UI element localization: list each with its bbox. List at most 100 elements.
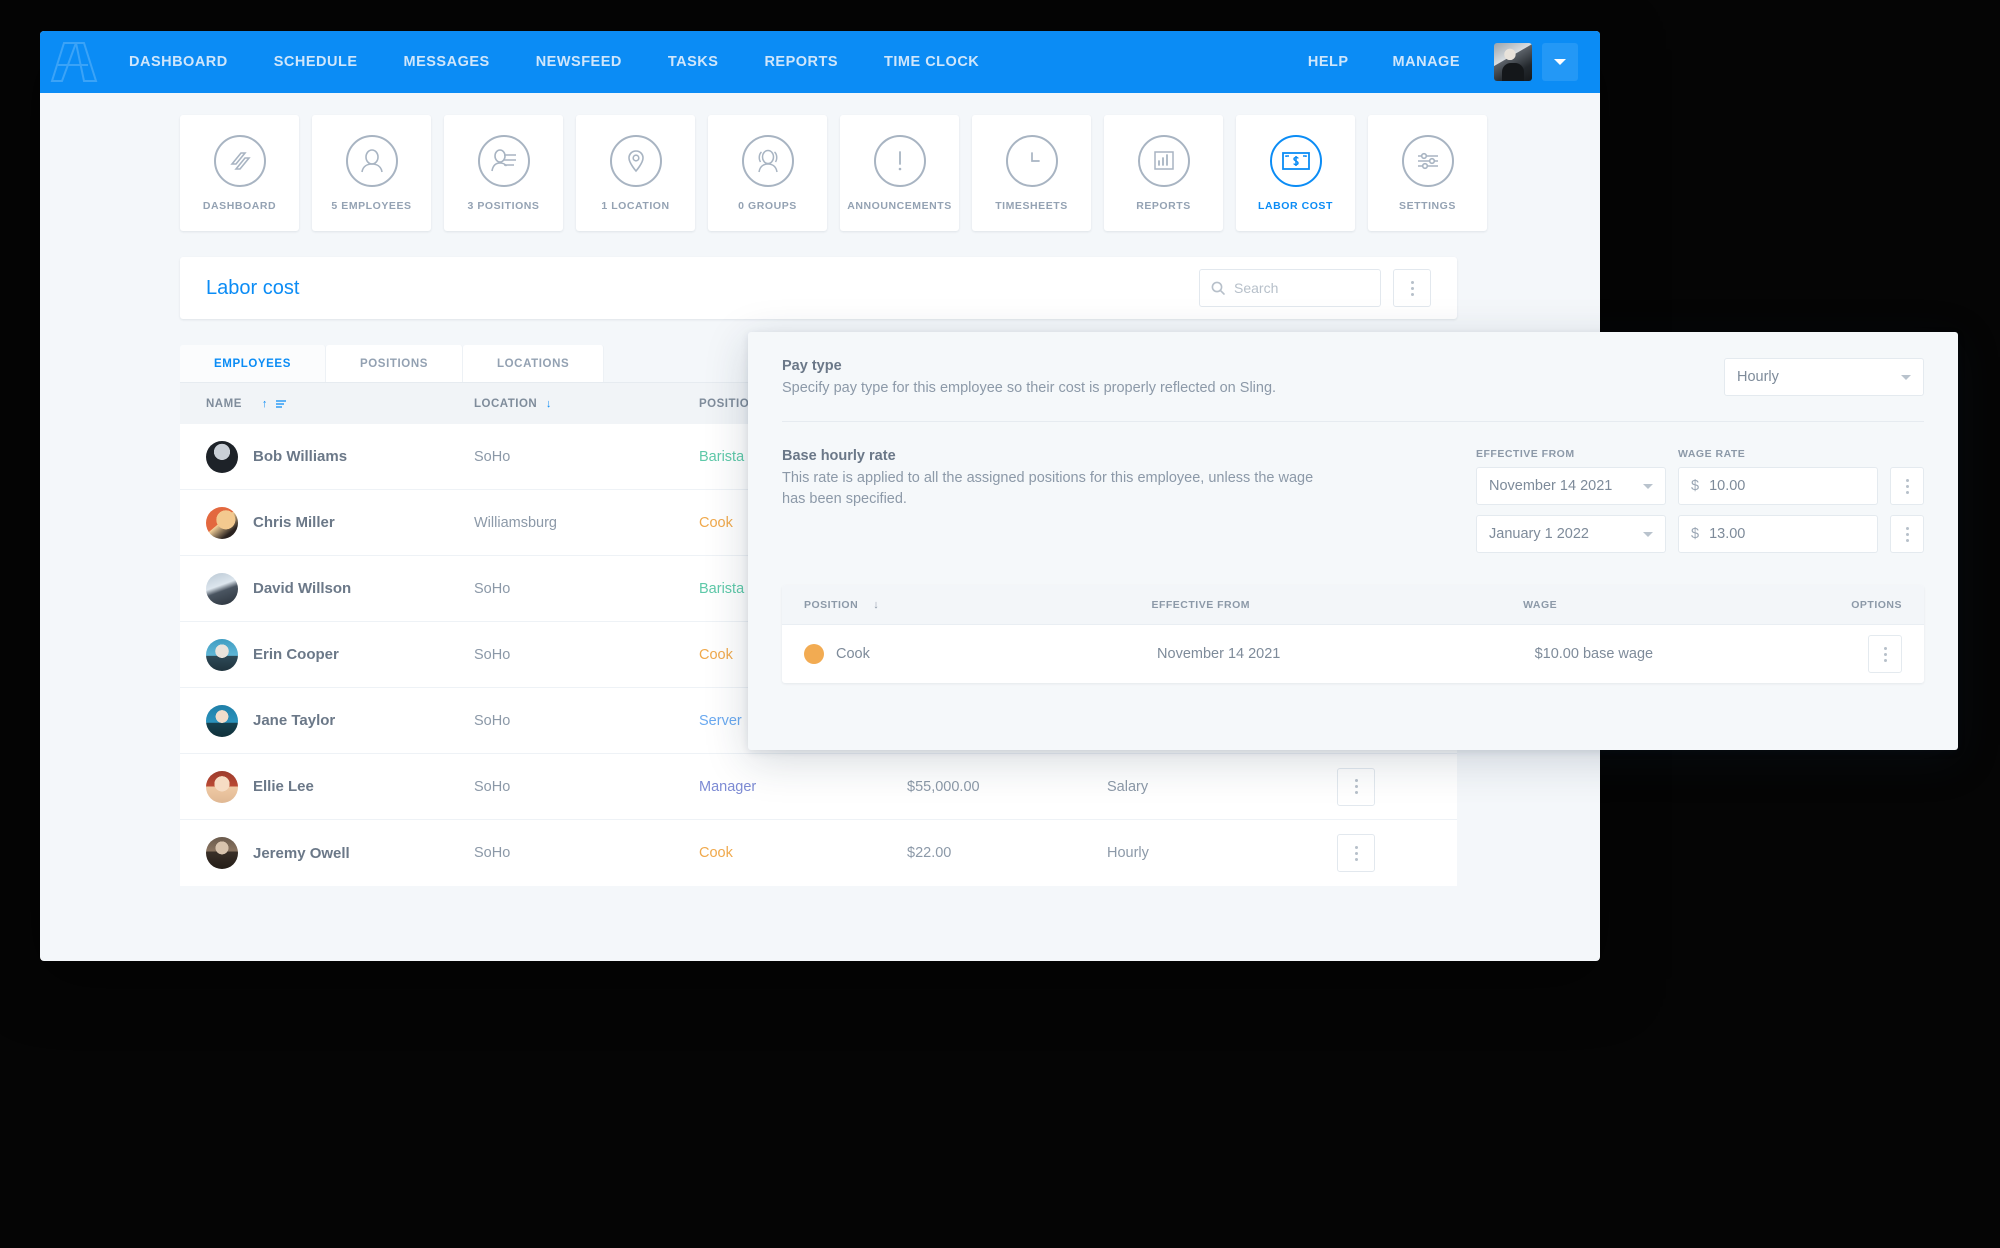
tile-groups[interactable]: 0 GROUPS <box>708 115 827 231</box>
positions-icon <box>477 134 530 187</box>
rate-overflow-menu-button[interactable] <box>1890 515 1924 553</box>
employee-location: SoHo <box>474 580 511 597</box>
avatar <box>206 704 238 737</box>
position-label: Barista <box>699 580 745 597</box>
column-header-position[interactable]: POSITION ↓ <box>804 599 1151 611</box>
tile-label: 0 GROUPS <box>738 199 797 212</box>
tile-location[interactable]: 1 LOCATION <box>576 115 695 231</box>
row-overflow-menu-button[interactable] <box>1337 834 1375 872</box>
base-rate-text: Base hourly rate This rate is applied to… <box>782 448 1322 553</box>
column-label: POSITION <box>804 598 859 611</box>
effective-from-select[interactable]: January 1 2022 <box>1476 515 1666 553</box>
rate-grid: EFFECTIVE FROM November 14 2021 January … <box>1476 448 1924 553</box>
nav-item-time-clock[interactable]: TIME CLOCK <box>861 31 1002 93</box>
nav-item-newsfeed[interactable]: NEWSFEED <box>513 31 645 93</box>
column-header-name[interactable]: NAME ↑ <box>206 398 474 410</box>
table-row[interactable]: Jeremy Owell SoHo Cook $22.00 Hourly <box>180 820 1457 886</box>
position-table-header: POSITION ↓ EFFECTIVE FROM WAGE OPTIONS <box>782 585 1924 625</box>
tab-label: LOCATIONS <box>497 357 570 370</box>
tile-label: ANNOUNCEMENTS <box>847 199 952 212</box>
tab-employees[interactable]: EMPLOYEES <box>180 345 326 382</box>
nav-right-section: HELP MANAGE <box>1286 31 1600 93</box>
row-options <box>1337 767 1431 806</box>
base-rate-controls: EFFECTIVE FROM November 14 2021 January … <box>1476 448 1924 553</box>
tile-announcements[interactable]: ANNOUNCEMENTS <box>840 115 959 231</box>
rate-overflow-menu-button[interactable] <box>1890 467 1924 505</box>
row-overflow-menu-button[interactable] <box>1868 635 1902 673</box>
position-label: Manager <box>699 778 757 795</box>
top-navigation-bar: DASHBOARD SCHEDULE MESSAGES NEWSFEED TAS… <box>40 31 1600 93</box>
tile-positions[interactable]: 3 POSITIONS <box>444 115 563 231</box>
column-header-location[interactable]: LOCATION ↓ <box>474 398 699 410</box>
table-row[interactable]: Ellie Lee SoHo Manager $55,000.00 Salary <box>180 754 1457 820</box>
tab-label: POSITIONS <box>359 357 429 370</box>
position-wage-table: POSITION ↓ EFFECTIVE FROM WAGE OPTIONS C… <box>782 585 1924 683</box>
row-options <box>1337 834 1431 872</box>
column-label: NAME <box>206 397 242 410</box>
avatar <box>206 837 238 869</box>
kebab-menu-icon <box>1883 652 1887 656</box>
kebab-menu-icon <box>1883 646 1887 650</box>
employee-name-cell: Bob Williams <box>206 440 474 473</box>
employee-name: Jane Taylor <box>253 712 336 729</box>
employee-position[interactable]: Manager <box>699 778 907 796</box>
rate-options-column <box>1890 448 1924 553</box>
employee-icon <box>345 134 398 187</box>
row-overflow-menu-button[interactable] <box>1337 767 1375 806</box>
tile-settings[interactable]: SETTINGS <box>1368 115 1487 231</box>
kebab-menu-icon <box>1410 292 1414 296</box>
tile-labor-cost[interactable]: LABOR COST <box>1236 115 1355 231</box>
employee-name: David Willson <box>253 580 352 597</box>
employee-location: Williamsburg <box>474 514 557 531</box>
pay-type-control: Hourly <box>1724 358 1924 399</box>
tile-timesheets[interactable]: TIMESHEETS <box>972 115 1091 231</box>
nav-item-schedule[interactable]: SCHEDULE <box>251 31 381 93</box>
primary-nav-links: DASHBOARD SCHEDULE MESSAGES NEWSFEED TAS… <box>106 31 1002 93</box>
tile-reports[interactable]: REPORTS <box>1104 115 1223 231</box>
table-row[interactable]: Cook November 14 2021 $10.00 base wage <box>782 625 1924 683</box>
tab-positions[interactable]: POSITIONS <box>325 345 464 382</box>
wage-rate-field[interactable]: $ <box>1678 467 1878 505</box>
employee-location: SoHo <box>474 712 511 729</box>
kebab-menu-icon <box>1905 538 1909 542</box>
search-input[interactable] <box>1234 280 1364 296</box>
nav-item-help[interactable]: HELP <box>1286 31 1371 93</box>
avatar[interactable] <box>1494 43 1532 81</box>
position-name: Cook <box>836 646 870 662</box>
wage-rate-input[interactable] <box>1709 478 1830 494</box>
search-box[interactable] <box>1199 269 1381 307</box>
tile-employees[interactable]: 5 EMPLOYEES <box>312 115 431 231</box>
wage-rate-field[interactable]: $ <box>1678 515 1878 553</box>
screen-background: DASHBOARD SCHEDULE MESSAGES NEWSFEED TAS… <box>0 0 2000 1248</box>
position-cell: Cook <box>804 644 1157 664</box>
currency-symbol: $ <box>1691 478 1700 494</box>
employee-location: SoHo <box>474 448 511 465</box>
pay-type-text: Pay type Specify pay type for this emplo… <box>782 358 1322 399</box>
nav-item-tasks[interactable]: TASKS <box>645 31 742 93</box>
base-rate-heading: Base hourly rate <box>782 448 896 464</box>
employee-name-cell: Erin Cooper <box>206 638 474 671</box>
account-menu-button[interactable] <box>1542 43 1578 81</box>
wage-value: $10.00 base wage <box>1534 646 1654 662</box>
effective-from-select[interactable]: November 14 2021 <box>1476 467 1666 505</box>
header-actions <box>1199 269 1431 307</box>
chevron-down-icon <box>1643 483 1653 489</box>
money-bill-icon <box>1269 134 1322 187</box>
employee-position[interactable]: Cook <box>699 844 907 862</box>
tile-dashboard[interactable]: DASHBOARD <box>180 115 299 231</box>
sling-logo-icon[interactable] <box>40 31 106 93</box>
tab-locations[interactable]: LOCATIONS <box>463 345 605 382</box>
dashboard-icon <box>213 134 266 187</box>
nav-item-messages[interactable]: MESSAGES <box>381 31 513 93</box>
nav-item-manage[interactable]: MANAGE <box>1371 31 1482 93</box>
base-rate-row: Base hourly rate This rate is applied to… <box>782 422 1924 575</box>
nav-item-reports[interactable]: REPORTS <box>741 31 861 93</box>
nav-item-dashboard[interactable]: DASHBOARD <box>106 31 251 93</box>
kebab-menu-icon <box>1905 484 1909 488</box>
header-overflow-menu-button[interactable] <box>1393 269 1431 307</box>
pay-type-select[interactable]: Hourly <box>1724 358 1924 396</box>
avatar <box>206 638 238 671</box>
pay-type-row: Pay type Specify pay type for this emplo… <box>782 332 1924 421</box>
tile-label: DASHBOARD <box>202 199 277 212</box>
wage-rate-input[interactable] <box>1709 526 1830 542</box>
